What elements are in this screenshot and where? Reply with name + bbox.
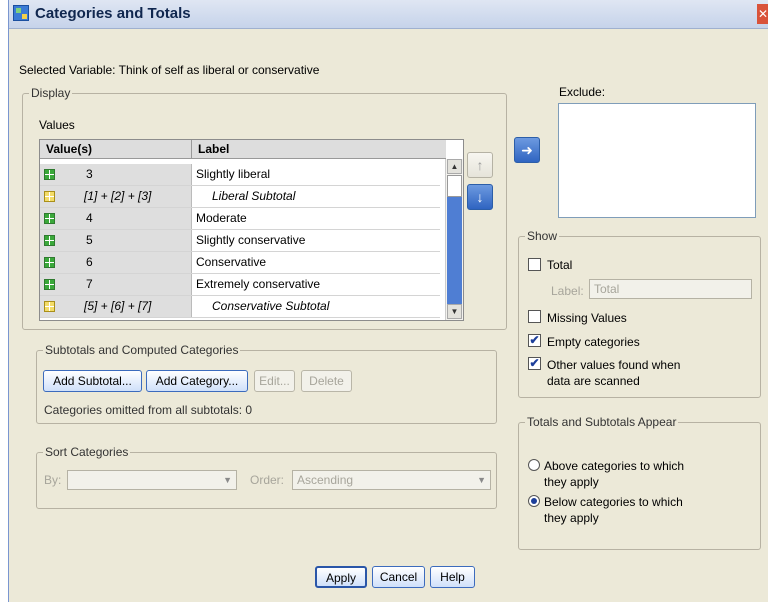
add-category-button[interactable]: Add Category...	[146, 370, 248, 392]
chevron-down-icon: ▼	[223, 475, 232, 485]
show-group-title: Show	[525, 229, 560, 243]
total-label-field[interactable]: Total	[589, 279, 752, 299]
edit-button[interactable]: Edit...	[254, 370, 295, 392]
row-label: Slightly liberal	[196, 167, 271, 181]
chevron-down-icon: ▼	[477, 475, 486, 485]
order-select[interactable]: Ascending ▼	[292, 470, 491, 490]
empty-categories-checkbox[interactable]: ✔	[528, 334, 541, 347]
value-column-header[interactable]: Value(s)	[40, 140, 192, 159]
exclude-label: Exclude:	[559, 85, 606, 99]
category-icon	[44, 213, 55, 224]
arrow-right-icon: ➜	[521, 142, 533, 158]
subtotal-icon	[44, 191, 55, 202]
scroll-up-icon[interactable]: ▲	[447, 159, 462, 174]
empty-categories-label[interactable]: Empty categories	[547, 335, 640, 349]
other-values-label-line2[interactable]: data are scanned	[547, 374, 640, 388]
app-icon	[13, 5, 29, 21]
table-row[interactable]: 6 Conservative	[40, 252, 440, 274]
sort-by-label: By:	[44, 473, 62, 487]
delete-button[interactable]: Delete	[301, 370, 352, 392]
row-label: Moderate	[196, 211, 247, 225]
subtotals-group-title: Subtotals and Computed Categories	[43, 343, 241, 357]
missing-values-label[interactable]: Missing Values	[547, 311, 627, 325]
help-button[interactable]: Help	[430, 566, 475, 588]
exclude-move-button[interactable]: ➜	[514, 137, 540, 163]
below-categories-label-line2[interactable]: they apply	[544, 511, 599, 525]
window-title: Categories and Totals	[35, 5, 191, 22]
arrow-down-icon: ↓	[476, 189, 484, 205]
exclude-list[interactable]	[558, 103, 756, 218]
total-label[interactable]: Total	[547, 258, 572, 272]
apply-button[interactable]: Apply	[315, 566, 367, 588]
scroll-thumb[interactable]	[447, 175, 462, 197]
missing-values-checkbox[interactable]	[528, 310, 541, 323]
categories-and-totals-dialog: Categories and Totals ✕ Selected Variabl…	[8, 0, 768, 602]
other-values-checkbox[interactable]: ✔	[528, 357, 541, 370]
row-label: Conservative	[196, 255, 267, 269]
move-up-button[interactable]: ↑	[467, 152, 493, 178]
above-categories-label-line1[interactable]: Above categories to which	[544, 459, 684, 473]
values-grid[interactable]: Value(s) Label 3 Slightly liberal [1] + …	[39, 139, 464, 321]
other-values-label-line1[interactable]: Other values found when	[547, 358, 680, 372]
row-value: [5] + [6] + [7]	[84, 299, 152, 313]
above-categories-label-line2[interactable]: they apply	[544, 475, 599, 489]
order-label: Order:	[250, 473, 285, 487]
total-label-caption: Label:	[551, 284, 584, 298]
row-value: 7	[86, 277, 93, 291]
values-label: Values	[39, 118, 75, 132]
arrow-up-icon: ↑	[476, 157, 484, 173]
category-icon	[44, 235, 55, 246]
values-scrollbar[interactable]: ▲ ▼	[445, 159, 463, 320]
add-subtotal-button[interactable]: Add Subtotal...	[43, 370, 142, 392]
move-down-button[interactable]: ↓	[467, 184, 493, 210]
display-group-title: Display	[29, 86, 73, 100]
category-icon	[44, 257, 55, 268]
table-row[interactable]: 3 Slightly liberal	[40, 164, 440, 186]
selected-variable-label: Selected Variable: Think of self as libe…	[19, 63, 320, 77]
below-categories-radio[interactable]	[528, 495, 540, 507]
row-value: [1] + [2] + [3]	[84, 189, 152, 203]
sort-by-select[interactable]: ▼	[67, 470, 237, 490]
row-value: 4	[86, 211, 93, 225]
title-bar: Categories and Totals ✕	[9, 0, 768, 29]
row-value: 3	[86, 167, 93, 181]
scroll-down-icon[interactable]: ▼	[447, 304, 462, 319]
above-categories-radio[interactable]	[528, 459, 540, 471]
row-label: Conservative Subtotal	[212, 299, 330, 313]
subtotal-icon	[44, 301, 55, 312]
scroll-track[interactable]	[447, 197, 462, 305]
table-row[interactable]: 7 Extremely conservative	[40, 274, 440, 296]
table-row[interactable]: 4 Moderate	[40, 208, 440, 230]
category-icon	[44, 279, 55, 290]
below-categories-label-line1[interactable]: Below categories to which	[544, 495, 683, 509]
table-row[interactable]: [1] + [2] + [3] Liberal Subtotal	[40, 186, 440, 208]
table-row[interactable]: 5 Slightly conservative	[40, 230, 440, 252]
row-value: 5	[86, 233, 93, 247]
totals-appear-group-title: Totals and Subtotals Appear	[525, 415, 679, 429]
row-value: 6	[86, 255, 93, 269]
row-label: Liberal Subtotal	[212, 189, 296, 203]
row-label: Slightly conservative	[196, 233, 306, 247]
category-icon	[44, 169, 55, 180]
close-button[interactable]: ✕	[757, 4, 768, 24]
total-checkbox[interactable]	[528, 258, 541, 271]
label-column-header[interactable]: Label	[192, 140, 446, 159]
row-label: Extremely conservative	[196, 277, 321, 291]
cancel-button[interactable]: Cancel	[372, 566, 425, 588]
table-row[interactable]: [5] + [6] + [7] Conservative Subtotal	[40, 296, 440, 318]
omitted-categories-text: Categories omitted from all subtotals: 0	[44, 403, 253, 417]
sort-group-title: Sort Categories	[43, 445, 131, 459]
